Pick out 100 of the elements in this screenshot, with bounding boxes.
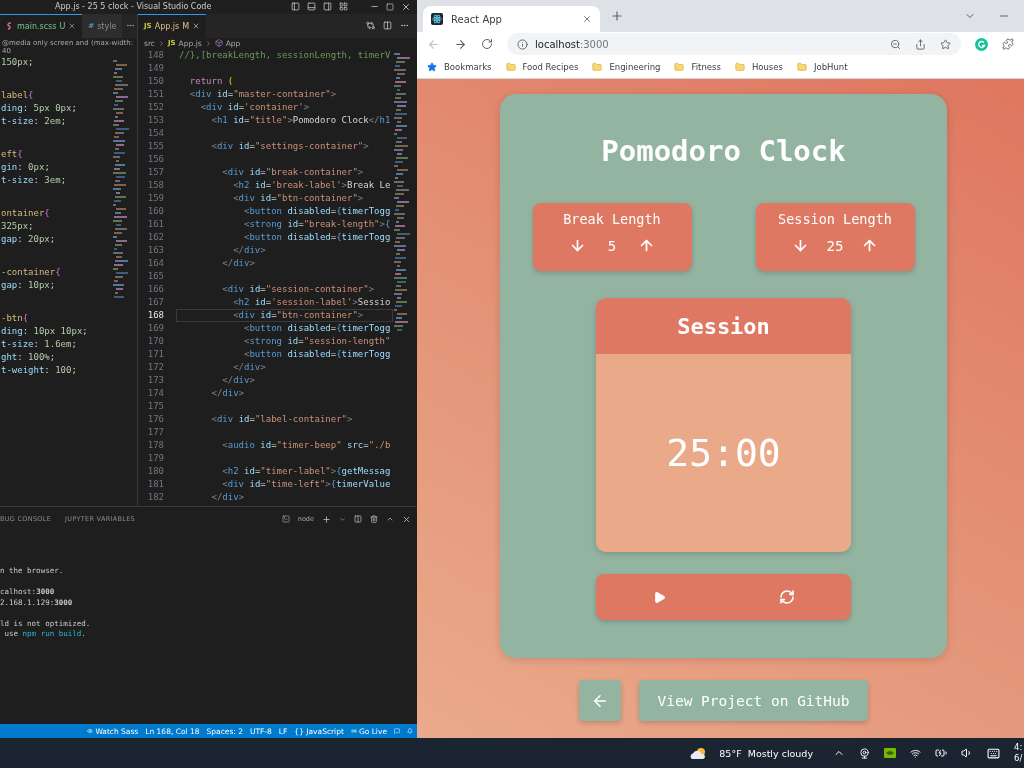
code-line: <button disabled={timerTogg <box>243 231 392 244</box>
reset-button[interactable] <box>778 589 795 605</box>
clock-time[interactable]: 4: <box>1014 742 1024 753</box>
code-line: eft{ <box>0 148 24 161</box>
maximize-icon[interactable] <box>386 3 394 11</box>
code-line: </div> <box>232 244 267 257</box>
line-number: 149 <box>146 63 165 74</box>
split-editor-icon[interactable] <box>383 21 392 31</box>
bookmark[interactable]: Fitness <box>691 62 721 72</box>
timer-label: Session <box>596 298 851 354</box>
code-line: return ( <box>188 75 235 88</box>
setting-value: 5 <box>606 237 618 254</box>
layout-icon[interactable] <box>339 2 348 12</box>
weather-text[interactable]: 85°F Mostly cloudy <box>719 747 813 759</box>
decrement-button[interactable] <box>569 237 586 254</box>
folder-icon <box>505 62 516 72</box>
bookmark[interactable]: Engineering <box>609 62 661 72</box>
code-line: </div> <box>232 361 267 374</box>
line-number: 152 <box>146 102 165 113</box>
plus-icon[interactable] <box>322 514 331 524</box>
code-line: gap: 10px; <box>0 279 57 292</box>
webcam-icon[interactable] <box>859 747 870 759</box>
code-line: </div> <box>221 257 256 270</box>
tray-app-icon[interactable] <box>884 748 896 758</box>
setting-value: 25 <box>826 237 844 254</box>
keyboard-icon[interactable] <box>987 746 1000 760</box>
clock-date[interactable]: 6/ <box>1014 753 1024 764</box>
line-number: 169 <box>146 323 165 334</box>
eye-icon <box>87 728 94 734</box>
close-icon[interactable] <box>402 514 411 524</box>
close-icon[interactable] <box>68 22 77 31</box>
code-line: -btn{ <box>0 312 30 325</box>
code-line: <div id="master-container"> <box>188 88 338 101</box>
line-number: 174 <box>146 388 165 399</box>
line-number: 164 <box>146 258 165 269</box>
zoom-out-icon[interactable] <box>890 38 901 50</box>
window-title: App.js - 25 5 clock - Visual Studio Code <box>55 2 212 12</box>
line-number: 161 <box>146 219 165 230</box>
puzzle-icon[interactable] <box>1002 38 1014 50</box>
line-number: 172 <box>146 362 165 373</box>
line-number: 181 <box>146 479 165 490</box>
secondary-sidebar-toggle-icon[interactable] <box>323 2 332 12</box>
folder-icon <box>592 62 603 72</box>
code-line: <strong id="break-length">{ <box>243 218 392 231</box>
page-title: Pomodoro Clock <box>601 134 846 168</box>
chevron-right-icon <box>204 40 212 47</box>
folder-icon <box>674 62 685 72</box>
sidebar-toggle-icon[interactable] <box>291 2 300 12</box>
bookmark[interactable]: Bookmarks <box>444 62 492 72</box>
editor-tab[interactable]: main.scss U <box>0 14 83 38</box>
code-line: <audio id="timer-beep" src="./b <box>221 439 392 452</box>
line-number: 168 <box>146 310 165 321</box>
code-line: <button disabled={timerTogg <box>243 348 392 361</box>
cloud-sun-icon[interactable] <box>689 746 708 760</box>
star-icon[interactable] <box>940 38 951 50</box>
code-line: ding: 10px 10px; <box>0 325 89 338</box>
line-number: 180 <box>146 466 165 477</box>
new-tab-icon[interactable] <box>610 9 624 23</box>
address-bar[interactable]: localhost:3000 <box>507 33 961 55</box>
line-number: 167 <box>146 297 165 308</box>
increment-button[interactable] <box>638 237 655 254</box>
reload-icon[interactable] <box>481 38 493 50</box>
code-line: t-weight: 100; <box>0 364 78 377</box>
split-terminal-icon[interactable] <box>354 515 362 524</box>
bookmark[interactable]: Food Recipes <box>522 62 579 72</box>
line-number: 157 <box>146 167 165 178</box>
line-number: 162 <box>146 232 165 243</box>
code-line: <h2 id="timer-label">{getMessag <box>221 465 392 478</box>
code-line: <div id="break-container"> <box>221 166 365 179</box>
code-line: </div> <box>210 387 246 400</box>
forward-icon[interactable] <box>454 37 467 51</box>
close-icon[interactable] <box>192 22 201 31</box>
line-number: 173 <box>146 375 165 386</box>
panel-toggle-icon[interactable] <box>307 2 316 12</box>
cube-icon <box>214 39 223 48</box>
code-line: <div id="settings-container"> <box>210 140 370 153</box>
code-line: ding: 5px 0px; <box>0 102 78 115</box>
line-number: 154 <box>146 128 165 139</box>
code-line: gap: 20px; <box>0 233 57 246</box>
share-icon[interactable] <box>915 38 926 50</box>
play-button[interactable] <box>652 590 666 604</box>
trash-icon[interactable] <box>370 515 378 524</box>
line-number: 163 <box>146 245 165 256</box>
code-line: t-size: 2em; <box>0 115 68 128</box>
line-number: 156 <box>146 154 165 165</box>
line-number: 177 <box>146 427 165 438</box>
bookmark[interactable]: JobHunt <box>813 62 848 72</box>
terminal-icon[interactable] <box>281 515 290 524</box>
browser-tab[interactable]: React App <box>423 6 600 32</box>
close-icon[interactable] <box>401 2 411 12</box>
line-number: 176 <box>146 414 165 425</box>
chevron-down-icon[interactable] <box>339 515 346 523</box>
bookmark[interactable]: Houses <box>751 62 783 72</box>
volume-icon[interactable] <box>961 747 973 759</box>
wifi-icon[interactable] <box>910 747 921 759</box>
line-number: 182 <box>146 492 165 503</box>
close-icon[interactable] <box>582 14 592 24</box>
chevron-right-icon <box>157 40 165 47</box>
line-number: 148 <box>146 50 165 61</box>
compare-changes-icon[interactable] <box>366 21 375 31</box>
